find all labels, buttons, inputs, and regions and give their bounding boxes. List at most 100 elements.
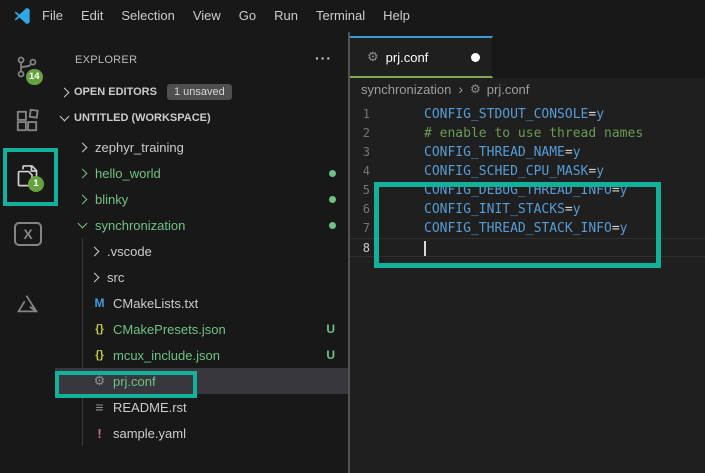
cmake-file-icon: M: [94, 296, 105, 310]
tree-item-prj-conf[interactable]: ⚙ prj.conf: [55, 368, 348, 394]
breadcrumb-separator: ›: [458, 81, 463, 97]
line-number: 6: [362, 202, 370, 216]
menu-edit[interactable]: Edit: [72, 0, 112, 32]
unsaved-badge: 1 unsaved: [166, 84, 232, 100]
tree-item-label: zephyr_training: [95, 139, 184, 155]
chevron-right-icon: [59, 87, 70, 97]
code-line-2[interactable]: 2 # enable to use thread names: [350, 124, 705, 143]
tab-prj-conf[interactable]: ⚙ prj.conf: [350, 36, 493, 78]
tree-item-label: CMakeLists.txt: [113, 295, 199, 311]
explorer-icon[interactable]: 1: [14, 162, 44, 192]
chevron-right-icon: [89, 246, 100, 256]
git-modified-dot: [329, 222, 336, 229]
yaml-file-icon: !: [97, 425, 102, 441]
mcuxpresso-icon[interactable]: [14, 290, 42, 318]
menu-help[interactable]: Help: [374, 0, 419, 32]
tree-item-hello-world[interactable]: hello_world: [55, 160, 348, 186]
line-number: 4: [362, 164, 370, 178]
vscode-logo-icon: [11, 6, 33, 26]
git-untracked-badge: U: [326, 348, 335, 362]
sidebar-title: EXPLORER: [75, 54, 138, 66]
git-untracked-badge: U: [326, 322, 335, 336]
tab-label: prj.conf: [385, 49, 429, 65]
file-tree: zephyr_training hello_world blinky synch…: [55, 134, 348, 446]
line-number: 2: [362, 126, 370, 140]
tree-item-mcux-include[interactable]: {} mcux_include.json U: [55, 342, 348, 368]
code-area[interactable]: 1 CONFIG_STDOUT_CONSOLE=y 2 # enable to …: [350, 100, 705, 257]
code-line-7[interactable]: 7 CONFIG_THREAD_STACK_INFO=y: [350, 219, 705, 238]
tab-bar: ⚙ prj.conf: [350, 32, 705, 78]
code-line-4[interactable]: 4 CONFIG_SCHED_CPU_MASK=y: [350, 162, 705, 181]
code-line-6[interactable]: 6 CONFIG_INIT_STACKS=y: [350, 200, 705, 219]
tree-item-label: sample.yaml: [113, 425, 186, 441]
tree-item-label: prj.conf: [113, 373, 156, 389]
line-number: 7: [362, 221, 370, 235]
readme-file-icon: ≡: [95, 399, 104, 415]
tree-item-synchronization[interactable]: synchronization: [55, 212, 348, 238]
code-line-3[interactable]: 3 CONFIG_THREAD_NAME=y: [350, 143, 705, 162]
open-editors-label: OPEN EDITORS: [74, 86, 157, 98]
breadcrumb-folder[interactable]: synchronization: [361, 82, 451, 97]
tree-item-cmakepresets[interactable]: {} CMakePresets.json U: [55, 316, 348, 342]
breadcrumb-file[interactable]: prj.conf: [487, 82, 530, 97]
line-number: 5: [362, 183, 370, 197]
line-number: 8: [362, 241, 370, 255]
more-actions-icon[interactable]: ···: [315, 50, 332, 66]
code-line-5[interactable]: 5 CONFIG_DEBUG_THREAD_INFO=y: [350, 181, 705, 200]
menu-selection[interactable]: Selection: [112, 0, 183, 32]
gear-file-icon: ⚙: [367, 49, 379, 64]
tree-item-src-folder[interactable]: src: [55, 264, 348, 290]
code-line-1[interactable]: 1 CONFIG_STDOUT_CONSOLE=y: [350, 105, 705, 124]
json-file-icon: {}: [95, 323, 104, 335]
tree-item-label: mcux_include.json: [113, 347, 220, 363]
source-control-icon[interactable]: 14: [14, 54, 43, 85]
explorer-badge: 1: [28, 176, 44, 192]
gear-file-icon: ⚙: [93, 373, 106, 388]
tree-item-label: CMakePresets.json: [113, 321, 226, 337]
menu-view[interactable]: View: [184, 0, 230, 32]
breadcrumb: synchronization › ⚙ prj.conf: [350, 78, 705, 100]
workspace-section[interactable]: UNTITLED (WORKSPACE): [55, 106, 348, 130]
code-line-8[interactable]: 8: [350, 238, 705, 257]
sidebar-header: EXPLORER ···: [55, 32, 348, 66]
tree-item-label: .vscode: [107, 243, 152, 259]
menu-terminal[interactable]: Terminal: [307, 0, 374, 32]
tree-item-readme[interactable]: ≡ README.rst: [55, 394, 348, 420]
x-extension-icon[interactable]: X: [14, 222, 42, 250]
menu-bar: File Edit Selection View Go Run Terminal…: [0, 0, 705, 32]
menu-file[interactable]: File: [33, 0, 72, 32]
chevron-right-icon: [77, 194, 88, 204]
tree-item-sample-yaml[interactable]: ! sample.yaml: [55, 420, 348, 446]
chevron-right-icon: [89, 272, 100, 282]
tree-item-vscode-folder[interactable]: .vscode: [55, 238, 348, 264]
chevron-right-icon: [77, 142, 88, 152]
extensions-icon[interactable]: [14, 108, 42, 136]
git-modified-dot: [329, 196, 336, 203]
tree-item-label: blinky: [95, 191, 129, 207]
menu-run[interactable]: Run: [265, 0, 307, 32]
tree-item-label: hello_world: [95, 165, 161, 181]
modified-dot-icon[interactable]: [471, 52, 480, 62]
json-file-icon: {}: [95, 349, 104, 361]
tree-item-label: README.rst: [113, 399, 187, 415]
tree-item-label: src: [107, 269, 125, 285]
tree-item-label: synchronization: [95, 217, 186, 233]
tree-item-zephyr-training[interactable]: zephyr_training: [55, 134, 348, 160]
chevron-down-icon: [77, 218, 88, 229]
tree-item-blinky[interactable]: blinky: [55, 186, 348, 212]
workspace-label: UNTITLED (WORKSPACE): [74, 112, 211, 124]
chevron-right-icon: [77, 168, 88, 178]
tree-item-cmakelists[interactable]: M CMakeLists.txt: [55, 290, 348, 316]
activity-bar: 14 1 X: [0, 32, 55, 473]
line-number: 1: [362, 107, 370, 121]
editor-group: ⚙ prj.conf synchronization › ⚙ prj.conf …: [350, 32, 705, 473]
menu-go[interactable]: Go: [230, 0, 265, 32]
open-editors-section[interactable]: OPEN EDITORS 1 unsaved: [55, 80, 348, 104]
line-number: 3: [362, 145, 370, 159]
chevron-down-icon: [59, 111, 70, 122]
git-modified-dot: [329, 170, 336, 177]
gear-file-icon: ⚙: [470, 82, 481, 96]
source-control-badge: 14: [26, 69, 43, 85]
explorer-sidebar: EXPLORER ··· OPEN EDITORS 1 unsaved UNTI…: [55, 32, 350, 473]
text-cursor: [424, 241, 426, 256]
